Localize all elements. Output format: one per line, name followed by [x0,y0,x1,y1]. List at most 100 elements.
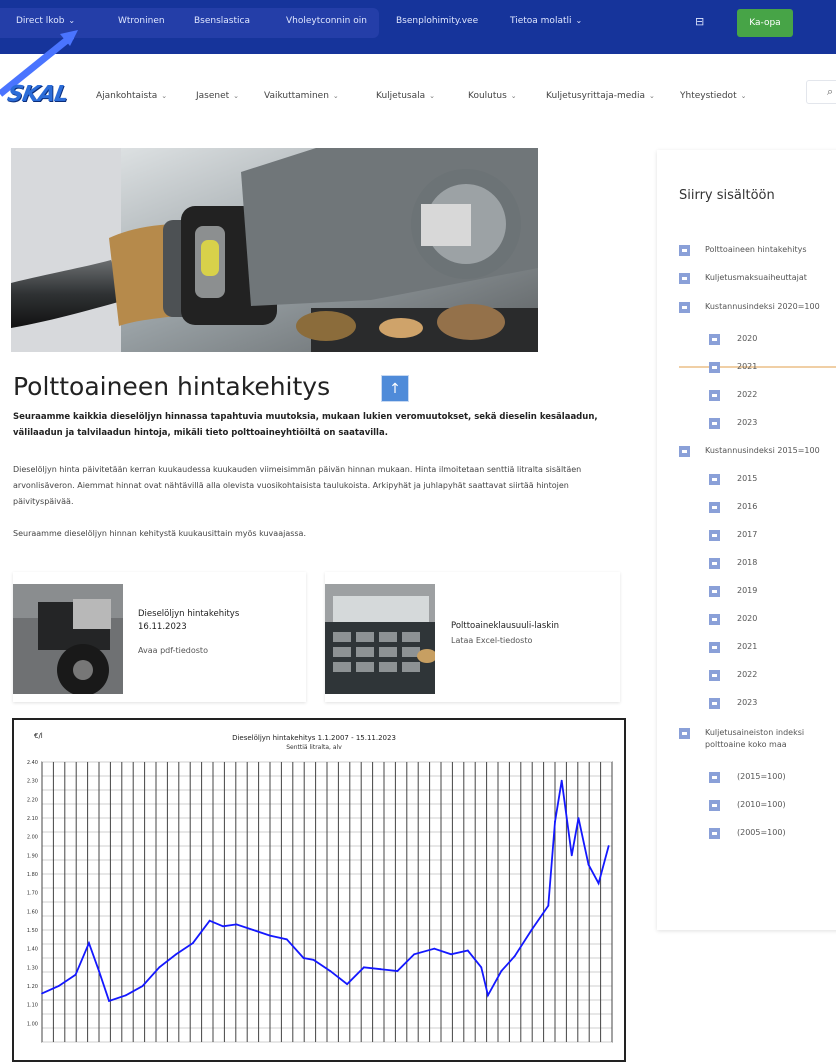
chart-point [466,949,469,952]
toc-item-icon [709,828,720,839]
toc-item-icon [709,474,720,485]
chart-y-tick-label: 1.90 [27,853,38,859]
chart-point [587,863,590,866]
chart-point [607,845,610,847]
utility-link-direct[interactable]: Direct lkob ⌄ [16,16,75,26]
card-meta: Lataa Excel-tiedosto [451,636,533,645]
chart-y-tick-label: 2.10 [27,816,38,822]
download-card-calculator[interactable]: Polttoaineklausuuli-laskin Lataa Excel-t… [325,572,620,702]
chart-point [560,779,563,782]
table-of-contents: Siirry sisältöön Polttoaineen hintakehit… [657,150,836,930]
nav-label: Koulutus [468,91,507,101]
toc-subitem[interactable]: 2017 [737,529,832,541]
toc-subitem[interactable]: 2021 [737,641,832,653]
toc-item-icon [709,586,720,597]
calculator-image [325,584,435,694]
toc-subitem[interactable]: 2018 [737,557,832,569]
toc-subitem[interactable]: 2021 [737,361,832,373]
page-title: Polttoaineen hintakehitys [13,372,331,401]
chart-point [547,904,550,907]
chevron-down-icon: ⌄ [332,92,339,100]
article-lead: Seuraamme kaikkia dieselöljyn hinnassa t… [13,412,598,438]
chart-point [329,970,332,972]
toc-title: Siirry sisältöön [679,188,775,203]
nav-item-yhteystiedot[interactable]: Yhteystiedot ⌄ [680,91,746,101]
toc-item-icon [709,772,720,783]
utility-link-bsenplohimity[interactable]: Bsenplohimity.vee [396,16,478,26]
nav-label: Vaikuttaminen [264,91,329,101]
chart-point [252,929,255,931]
nav-item-jasenet[interactable]: Jasenet ⌄ [196,91,239,101]
chart-point [433,947,436,950]
nav-item-kuljetusyrittaja[interactable]: Kuljetusyrittaja-media ⌄ [546,91,655,101]
utility-link-wtroninen[interactable]: Wtroninen [118,16,165,26]
download-card-diesel[interactable]: Dieselöljyn hintakehitys 16.11.2023 Avaa… [13,572,306,702]
toc-subitem[interactable]: 2016 [737,501,832,513]
article-note: Seuraamme dieselöljyn hinnan kehitystä k… [13,529,306,538]
chevron-down-icon: ⌄ [68,16,76,25]
nav-label: Yhteystiedot [680,91,737,101]
toc-item[interactable]: Kuljetusaineiston indeksi polttoaine kok… [705,727,835,751]
nav-item-vaikuttaminen[interactable]: Vaikuttaminen ⌄ [264,91,339,101]
utility-link-bsenslastica[interactable]: Bsenslastica [194,16,250,26]
chart-point [346,983,349,986]
card-title[interactable]: Dieselöljyn hintakehitys 16.11.2023 [138,608,278,634]
toc-subitem[interactable]: 2015 [737,473,832,485]
chart-title: Dieselöljyn hintakehitys 1.1.2007 - 15.1… [232,734,396,742]
toc-item-icon [709,800,720,811]
nav-item-ajankohtaista[interactable]: Ajankohtaista ⌄ [96,91,167,101]
search-box[interactable]: ⌕ [806,80,836,104]
toc-item-icon [679,446,690,457]
toc-subitem[interactable]: 2023 [737,697,832,709]
nav-label: Kuljetusyrittaja-media [546,91,646,101]
chart-y-tick-label: 1.20 [27,984,38,990]
toc-subitem[interactable]: (2015=100) [737,771,832,783]
card-title[interactable]: Polttoaineklausuuli-laskin [451,620,601,633]
toc-item[interactable]: Kustannusindeksi 2020=100 [705,301,835,313]
toc-item-icon [679,273,690,284]
toc-subitem[interactable]: 2020 [737,333,832,345]
toc-subitem[interactable]: 2019 [737,585,832,597]
chart-point [302,957,305,959]
chart-point [396,970,399,972]
toc-subitem[interactable]: 2023 [737,417,832,429]
nav-item-koulutus[interactable]: Koulutus ⌄ [468,91,517,101]
toc-item[interactable]: Polttoaineen hintakehitys [705,244,835,256]
utility-link-label: Bsenplohimity.vee [396,16,479,26]
green-button[interactable]: Ka-opa [737,9,793,37]
chart-y-tick-label: 1.00 [27,1021,38,1027]
utility-link-tietoa[interactable]: Tietoa molatli ⌄ [510,16,582,26]
chart-point [41,992,43,995]
chart-point [57,985,60,987]
truck-tire-image [13,584,123,694]
toc-item[interactable]: Kustannusindeksi 2015=100 [705,445,835,457]
chart-y-tick-label: 1.80 [27,872,38,878]
chart-point [450,953,452,956]
skal-logo[interactable]: SKAL [5,82,92,107]
toc-subitem[interactable]: 2022 [737,669,832,681]
toc-item-icon [679,245,690,256]
nav-label: Jasenet [196,91,230,101]
chart-point [513,955,516,958]
utility-link-vholeytconnin[interactable]: Vholeytconnin oin [286,16,367,26]
cart-icon[interactable]: ⊟ [695,15,704,28]
toc-item-icon [709,390,720,401]
utility-link-label: Bsenslastica [194,16,250,26]
chart-y-tick-label: 1.50 [27,928,38,934]
chart-point [285,938,288,941]
arrow-up-icon[interactable]: ↑ [381,375,409,402]
toc-subitem[interactable]: (2005=100) [737,827,832,839]
chart-point [141,985,144,987]
toc-subitem[interactable]: 2020 [737,613,832,625]
nav-label: Ajankohtaista [96,91,158,101]
chevron-down-icon: ⌄ [233,92,240,100]
nav-item-kuljetusala[interactable]: Kuljetusala ⌄ [376,91,435,101]
chevron-down-icon: ⌄ [740,92,747,100]
utility-link-label: Direct lkob [16,16,65,26]
toc-subitem[interactable]: 2022 [737,389,832,401]
chevron-down-icon: ⌄ [510,92,517,100]
chart-point [98,970,100,972]
toc-item[interactable]: Kuljetusmaksuaiheuttajat [705,272,835,284]
toc-subitem[interactable]: (2010=100) [737,799,832,811]
chart-y-tick-label: 2.00 [27,835,38,841]
